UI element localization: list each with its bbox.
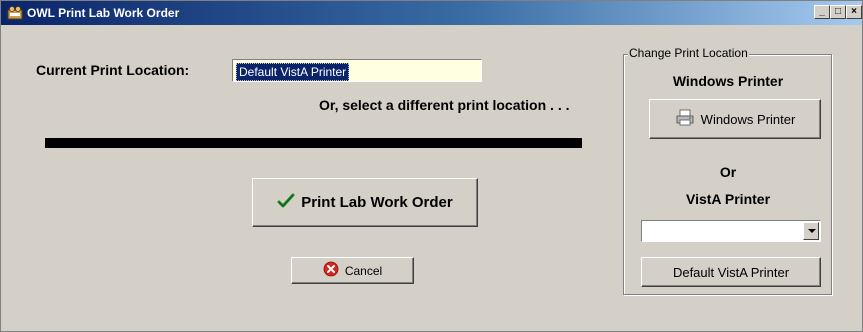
default-vista-printer-button[interactable]: Default VistA Printer [641,257,821,287]
print-button-label: Print Lab Work Order [301,194,453,211]
chevron-down-icon[interactable] [803,222,819,240]
print-lab-work-order-button[interactable]: Print Lab Work Order [252,178,478,227]
cancel-icon [323,261,339,280]
select-location-prompt: Or, select a different print location . … [319,97,570,113]
title-bar[interactable]: OWL Print Lab Work Order _ □ × [1,1,862,25]
windows-printer-heading: Windows Printer [672,73,784,89]
windows-printer-button[interactable]: Windows Printer [649,99,821,139]
vista-printer-select[interactable] [641,220,821,242]
or-label: Or [719,164,737,180]
current-print-location-value: Default VistA Printer [236,63,350,81]
minimize-button[interactable]: _ [814,5,830,19]
windows-printer-button-label: Windows Printer [700,111,796,127]
change-print-location-legend: Change Print Location [628,46,749,60]
maximize-button[interactable]: □ [830,5,846,19]
cancel-button-label: Cancel [344,263,383,278]
app-icon [7,5,23,21]
cancel-button[interactable]: Cancel [291,257,414,284]
checkmark-icon [277,193,295,213]
current-print-location-label: Current Print Location: [36,62,190,78]
default-vista-printer-button-label: Default VistA Printer [672,264,790,280]
vista-printer-heading: VistA Printer [685,191,771,207]
progress-bar [45,138,582,148]
current-print-location-field[interactable]: Default VistA Printer [232,59,482,82]
window-title: OWL Print Lab Work Order [27,6,180,20]
print-lab-work-order-window: OWL Print Lab Work Order _ □ × Current P… [0,0,863,332]
close-button[interactable]: × [846,5,862,19]
printer-icon [675,109,695,130]
